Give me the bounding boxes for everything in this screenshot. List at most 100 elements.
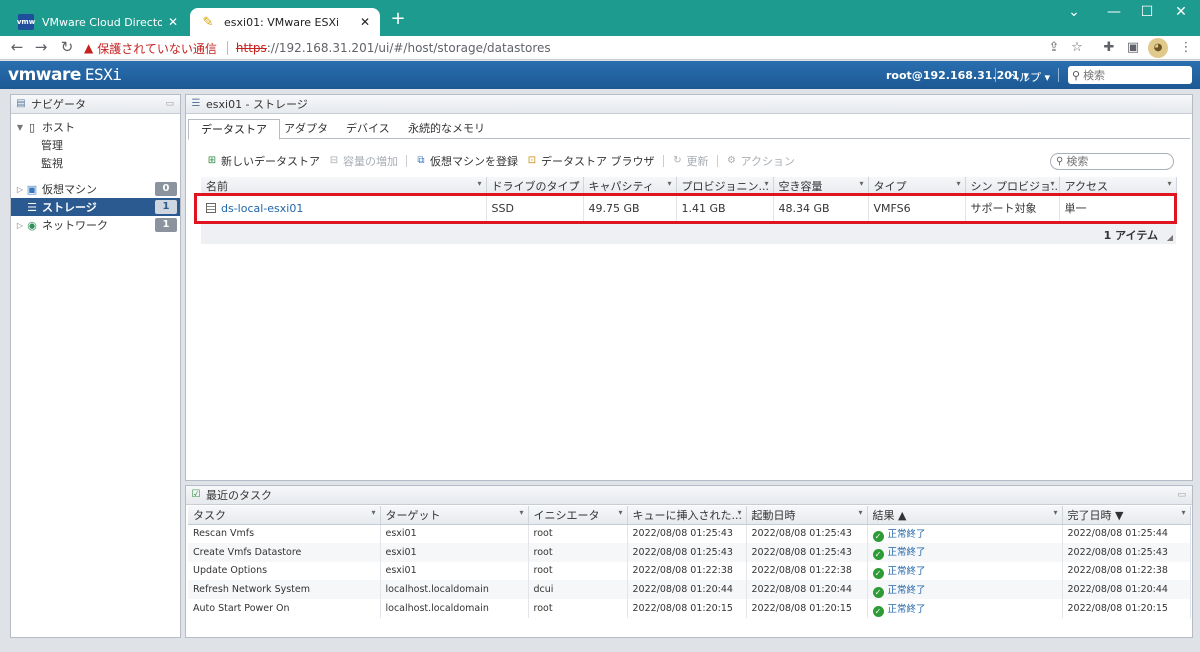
- expand-arrow-icon[interactable]: ▷: [15, 221, 25, 230]
- column-header-provisioned[interactable]: プロビジョニン... ▾: [676, 177, 774, 196]
- nav-item-monitor[interactable]: 監視: [11, 154, 180, 172]
- register-vm-button[interactable]: ⧉ 仮想マシンを登録: [415, 153, 518, 169]
- datastore-search[interactable]: ⚲: [1050, 153, 1174, 170]
- count-badge: 0: [155, 182, 177, 196]
- toolbar-divider: [662, 155, 664, 167]
- header-search-input[interactable]: [1083, 68, 1184, 82]
- table-row[interactable]: ds-local-esxi01 SSD 49.75 GB 1.41 GB 48.…: [201, 195, 1177, 221]
- tab-persistent-memory[interactable]: 永続的なメモリ: [396, 119, 497, 139]
- table-row[interactable]: Create Vmfs Datastore esxi01 root 2022/0…: [188, 542, 1191, 562]
- cell-result: ✓ 正常終了: [867, 524, 1063, 543]
- cell-queued: 2022/08/08 01:20:15: [627, 599, 747, 618]
- refresh-button[interactable]: ↻ 更新: [672, 153, 709, 169]
- navigator-title: ナビゲータ: [31, 98, 86, 111]
- datastore-browser-button[interactable]: ⊡ データストア ブラウザ: [526, 153, 655, 169]
- expand-arrow-icon[interactable]: ▷: [15, 185, 25, 194]
- navigator-panel: ▤ ナビゲータ ▭ ▼ ▯ ホスト 管理 監視 ▷ ▣ 仮想マシン 0 ☰ スト…: [10, 94, 181, 638]
- result-link[interactable]: 正常終了: [888, 585, 926, 596]
- browser-tab-esxi[interactable]: ✎ esxi01: VMware ESXi ✕: [190, 8, 380, 36]
- column-header-capacity[interactable]: キャパシティ ▾: [583, 177, 677, 196]
- insecure-warning[interactable]: 保護されていない通信: [97, 40, 217, 57]
- column-header-completed[interactable]: 完了日時 ▼ ▾: [1062, 506, 1191, 525]
- cell-completed: 2022/08/08 01:22:38: [1062, 561, 1191, 581]
- nav-item-host[interactable]: ▼ ▯ ホスト: [11, 118, 180, 136]
- forward-button[interactable]: →: [30, 37, 52, 59]
- tab-datastores[interactable]: データストア: [188, 119, 280, 140]
- minimize-button[interactable]: —: [1097, 0, 1131, 26]
- result-link[interactable]: 正常終了: [888, 604, 926, 615]
- column-header-type[interactable]: タイプ ▾: [868, 177, 966, 196]
- column-header-task[interactable]: タスク ▾: [188, 506, 381, 525]
- increase-capacity-button[interactable]: ⊟ 容量の増加: [328, 153, 398, 169]
- column-header-started[interactable]: 起動日時 ▾: [746, 506, 868, 525]
- maximize-button[interactable]: ☐: [1130, 0, 1164, 26]
- button-label: 更新: [686, 155, 709, 168]
- warning-icon: ▲: [84, 41, 94, 55]
- resize-grip-icon[interactable]: ◢: [1167, 233, 1173, 242]
- column-header-initiator[interactable]: イニシエータ ▾: [528, 506, 628, 525]
- tasks-title: 最近のタスク: [206, 489, 272, 502]
- url-field[interactable]: ▲ 保護されていない通信 https ://192.168.31.201/ui/…: [84, 37, 1054, 59]
- expand-arrow-icon[interactable]: ▼: [15, 123, 25, 132]
- result-link[interactable]: 正常終了: [888, 529, 926, 540]
- reload-button[interactable]: ↻: [56, 37, 78, 59]
- url-scheme: https: [235, 41, 267, 55]
- result-link[interactable]: 正常終了: [888, 547, 926, 558]
- cell-target: esxi01: [380, 561, 529, 581]
- increase-capacity-icon: ⊟: [329, 155, 339, 166]
- collapse-panel-icon[interactable]: ▭: [1177, 490, 1186, 500]
- column-header-drive-type[interactable]: ドライブのタイプ ▾: [486, 177, 584, 196]
- vmware-esxi-logo: vmware ESXi: [8, 65, 122, 85]
- table-row[interactable]: Refresh Network System localhost.localdo…: [188, 580, 1191, 600]
- column-header-name[interactable]: 名前 ▾: [201, 177, 487, 196]
- column-menu-icon: ▾: [519, 508, 524, 517]
- new-tab-button[interactable]: +: [387, 9, 409, 31]
- actions-button[interactable]: ⚙ アクション: [726, 153, 795, 169]
- browser-tab-cloud-director[interactable]: vmw VMware Cloud Director - 仮想マ ✕: [8, 8, 188, 36]
- profile-avatar[interactable]: ◕: [1148, 38, 1168, 58]
- logo-vmware: vmware: [8, 65, 81, 85]
- nav-item-manage[interactable]: 管理: [11, 136, 180, 154]
- close-tab-icon[interactable]: ✕: [168, 15, 178, 29]
- header-search[interactable]: ⚲: [1068, 66, 1192, 84]
- side-panel-icon[interactable]: ▣: [1123, 38, 1143, 58]
- back-button[interactable]: ←: [6, 37, 28, 59]
- cell-target: esxi01: [380, 524, 529, 543]
- tab-devices[interactable]: デバイス: [334, 119, 402, 139]
- nav-item-storage[interactable]: ☰ ストレージ 1: [11, 198, 180, 216]
- help-menu[interactable]: ヘルプ ▾: [1008, 69, 1050, 85]
- cell-task: Update Options: [188, 561, 381, 581]
- toolbar-divider: [406, 155, 407, 167]
- tab-search-chevron-icon[interactable]: ⌄: [1057, 0, 1091, 26]
- storage-panel: ☰ esxi01 - ストレージ データストア アダプタ デバイス 永続的なメモ…: [185, 94, 1193, 481]
- new-datastore-button[interactable]: ⊞ 新しいデータストア: [206, 153, 320, 169]
- cell-result: ✓ 正常終了: [867, 599, 1063, 618]
- tab-adapters[interactable]: アダプタ: [272, 119, 340, 139]
- nav-item-network[interactable]: ▷ ◉ ネットワーク 1: [11, 216, 180, 234]
- collapse-panel-icon[interactable]: ▭: [165, 99, 174, 109]
- column-header-access[interactable]: アクセス ▾: [1059, 177, 1177, 196]
- column-header-thin[interactable]: シン プロビジョ... ▾: [965, 177, 1060, 196]
- result-link[interactable]: 正常終了: [888, 566, 926, 577]
- table-row[interactable]: Rescan Vmfs esxi01 root 2022/08/08 01:25…: [188, 524, 1191, 543]
- column-header-target[interactable]: ターゲット ▾: [380, 506, 529, 525]
- table-row[interactable]: Auto Start Power On localhost.localdomai…: [188, 599, 1191, 618]
- column-header-free[interactable]: 空き容量 ▾: [773, 177, 869, 196]
- nav-item-vms[interactable]: ▷ ▣ 仮想マシン 0: [11, 180, 180, 198]
- share-icon[interactable]: ⇪: [1044, 38, 1064, 58]
- host-icon: ▯: [28, 120, 36, 134]
- table-row[interactable]: Update Options esxi01 root 2022/08/08 01…: [188, 561, 1191, 581]
- close-window-button[interactable]: ✕: [1164, 0, 1198, 26]
- browser-menu-icon[interactable]: ⋮: [1176, 38, 1196, 58]
- close-tab-icon[interactable]: ✕: [360, 15, 370, 29]
- bookmark-star-icon[interactable]: ☆: [1067, 38, 1087, 58]
- column-header-result[interactable]: 結果 ▲ ▾: [867, 506, 1063, 525]
- column-header-queued[interactable]: キューに挿入された... ▾: [627, 506, 747, 525]
- datastore-search-input[interactable]: [1066, 155, 1167, 168]
- cell-access: 単一: [1059, 195, 1177, 221]
- datastore-name-link[interactable]: ds-local-esxi01: [221, 202, 303, 215]
- extensions-puzzle-icon[interactable]: ✚: [1099, 38, 1119, 58]
- nav-item-label: ストレージ: [42, 201, 97, 214]
- column-menu-icon: ▾: [1050, 179, 1055, 188]
- browser-tab-bar: vmw VMware Cloud Director - 仮想マ ✕ ✎ esxi…: [0, 0, 1200, 36]
